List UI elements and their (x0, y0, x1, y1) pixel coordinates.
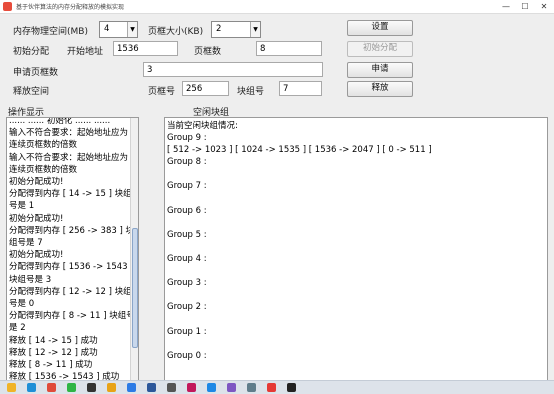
window-title: 基于伙伴算法的内存分配释放的模拟实现 (16, 4, 125, 11)
mail-icon[interactable] (127, 383, 136, 392)
operation-log-list: ...... ...... 初始化 ...... ...... 输入不符合要求：起… (7, 117, 135, 380)
paint-icon[interactable] (227, 383, 236, 392)
memory-size-select[interactable]: 4 ▼ (99, 21, 138, 38)
vscode-icon[interactable] (207, 383, 216, 392)
free-block-line (165, 289, 547, 301)
group-heading: Group 2 : (167, 302, 207, 313)
group-heading: Group 4 : (167, 254, 207, 265)
page-count-input[interactable]: 8 (256, 41, 322, 56)
log-line: 号是 1 (9, 201, 35, 212)
log-line: 连续页框数的倍数 (9, 164, 78, 175)
start-address-label: 开始地址 (67, 47, 104, 57)
free-block-line (165, 217, 547, 229)
folder-icon[interactable] (107, 383, 116, 392)
log-line: 是 2 (9, 323, 26, 334)
page-size-value: 2 (216, 24, 222, 34)
block-group-input[interactable]: 7 (279, 81, 322, 96)
java-icon[interactable] (287, 383, 296, 392)
group-heading: Group 0 : (167, 350, 207, 361)
log-line: 释放 [ 8 -> 11 ] 成功 (9, 360, 93, 371)
page-number-label: 页框号 (148, 87, 176, 97)
group-heading: Group 9 : (167, 133, 207, 144)
title-bar: 基于伙伴算法的内存分配释放的模拟实现 — ☐ ✕ (0, 0, 554, 14)
app-icon (3, 2, 12, 11)
page-size-label: 页框大小(KB) (148, 27, 204, 37)
word-icon[interactable] (147, 383, 156, 392)
wechat-icon[interactable] (67, 383, 76, 392)
group-heading: Group 3 : (167, 278, 207, 289)
log-line: 块组号是 3 (9, 274, 52, 285)
chevron-down-icon: ▼ (127, 22, 137, 37)
free-block-line (165, 314, 547, 326)
log-line: 分配得到内存 [ 1536 -> 1543 ] (9, 262, 134, 273)
maximize-button[interactable]: ☐ (515, 0, 535, 14)
set-button[interactable]: 设置 (347, 20, 413, 36)
memory-size-value: 4 (104, 24, 110, 34)
memory-size-label: 内存物理空间(MB) (13, 27, 88, 37)
free-block-line (165, 241, 547, 253)
free-block-line: 当前空闲块组情况: (167, 121, 238, 131)
log-scrollbar[interactable] (130, 118, 138, 380)
free-block-line (165, 193, 547, 205)
log-line: 释放 [ 14 -> 15 ] 成功 (9, 335, 98, 346)
log-line: 分配得到内存 [ 14 -> 15 ] 块组 (9, 189, 132, 200)
group-heading: Group 5 : (167, 229, 207, 240)
free-block-line (165, 168, 547, 180)
taskbar (0, 380, 554, 394)
log-line: 初始分配成功! (9, 250, 64, 261)
close-button[interactable]: ✕ (534, 0, 554, 14)
log-line: 号是 0 (9, 299, 35, 310)
log-line: 分配得到内存 [ 12 -> 12 ] 块组 (9, 286, 132, 297)
free-blocks-panel[interactable]: 当前空闲块组情况: Group 9 :[ 512 -> 1023 ] [ 1024… (164, 117, 548, 381)
group-heading: Group 6 : (167, 205, 207, 216)
release-button[interactable]: 释放 (347, 81, 413, 97)
group-heading: Group 7 : (167, 181, 207, 192)
file-explorer-icon[interactable] (7, 383, 16, 392)
chevron-down-icon: ▼ (250, 22, 260, 37)
request-button[interactable]: 申请 (347, 62, 413, 78)
release-space-label: 释放空间 (13, 87, 50, 97)
log-line: 初始分配成功! (9, 213, 64, 224)
log-line: 输入不符合要求：起始地址应为 (9, 128, 129, 139)
page-number-input[interactable]: 256 (182, 81, 229, 96)
free-block-line: [ 512 -> 1023 ] [ 1024 -> 1535 ] [ 1536 … (167, 145, 432, 156)
free-block-line (165, 338, 547, 350)
edge-icon[interactable] (27, 383, 36, 392)
free-block-line (165, 265, 547, 277)
idea-icon[interactable] (187, 383, 196, 392)
terminal-icon[interactable] (87, 383, 96, 392)
page-count-label: 页框数 (194, 47, 222, 57)
log-line: ...... ...... 初始化 ...... ...... (9, 117, 111, 126)
chrome-icon[interactable] (47, 383, 56, 392)
block-group-label: 块组号 (237, 87, 265, 97)
log-scrollbar-thumb[interactable] (132, 228, 138, 348)
minimize-button[interactable]: — (496, 0, 516, 14)
operation-log-panel[interactable]: ...... ...... 初始化 ...... ...... 输入不符合要求：起… (6, 117, 139, 381)
init-allocation-button[interactable]: 初始分配 (347, 41, 413, 57)
log-line: 分配得到内存 [ 8 -> 11 ] 块组号 (9, 311, 135, 322)
log-line: 组号是 7 (9, 238, 43, 249)
request-pages-input[interactable]: 3 (143, 62, 323, 77)
main-window: 内存物理空间(MB) 4 ▼ 页框大小(KB) 2 ▼ 设置 初始分配 开始地址… (0, 14, 554, 381)
page-size-select[interactable]: 2 ▼ (211, 21, 261, 38)
log-line: 释放 [ 12 -> 12 ] 成功 (9, 347, 98, 358)
log-line: 初始分配成功! (9, 177, 64, 188)
typora-icon[interactable] (167, 383, 176, 392)
log-line: 分配得到内存 [ 256 -> 383 ] 块 (9, 225, 134, 236)
start-address-input[interactable]: 1536 (113, 41, 178, 56)
free-blocks-list: 当前空闲块组情况: Group 9 :[ 512 -> 1023 ] [ 1024… (165, 120, 547, 362)
group-heading: Group 8 : (167, 157, 207, 168)
music-icon[interactable] (267, 383, 276, 392)
log-line: 连续页框数的倍数 (9, 140, 78, 151)
settings-icon[interactable] (247, 383, 256, 392)
init-allocation-label: 初始分配 (13, 47, 50, 57)
request-pages-label: 申请页框数 (13, 68, 59, 78)
group-heading: Group 1 : (167, 326, 207, 337)
log-line: 输入不符合要求：起始地址应为 (9, 152, 129, 163)
